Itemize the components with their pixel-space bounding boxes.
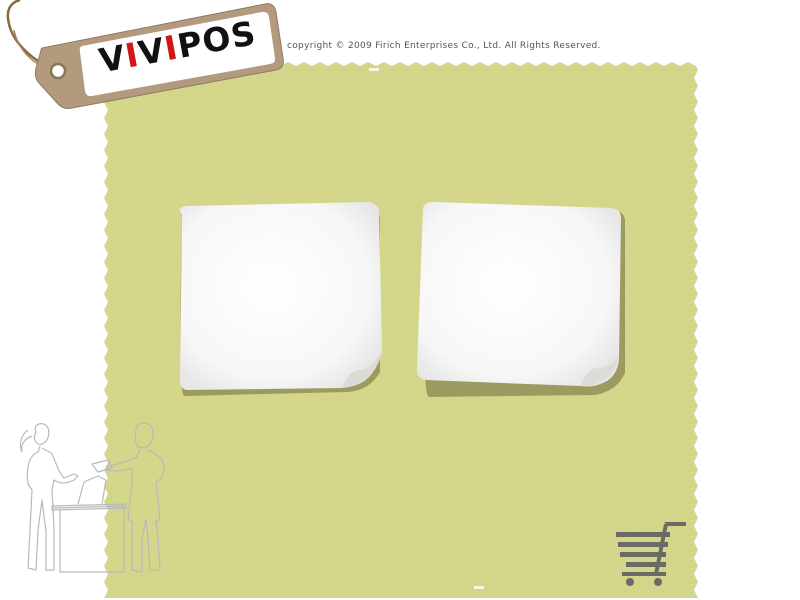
cashier-customer-illustration (14, 420, 174, 581)
shopping-cart-icon[interactable] (612, 516, 692, 593)
copyright-text: copyright © 2009 Firich Enterprises Co.,… (287, 41, 601, 51)
brand-tag: VIVIPOS (0, 0, 290, 120)
launcher-note-left[interactable] (172, 200, 386, 396)
launcher-screen: VIVIPOS copyright © 2009 Firich Enterpri… (0, 0, 800, 600)
launcher-note-right[interactable] (413, 200, 627, 397)
